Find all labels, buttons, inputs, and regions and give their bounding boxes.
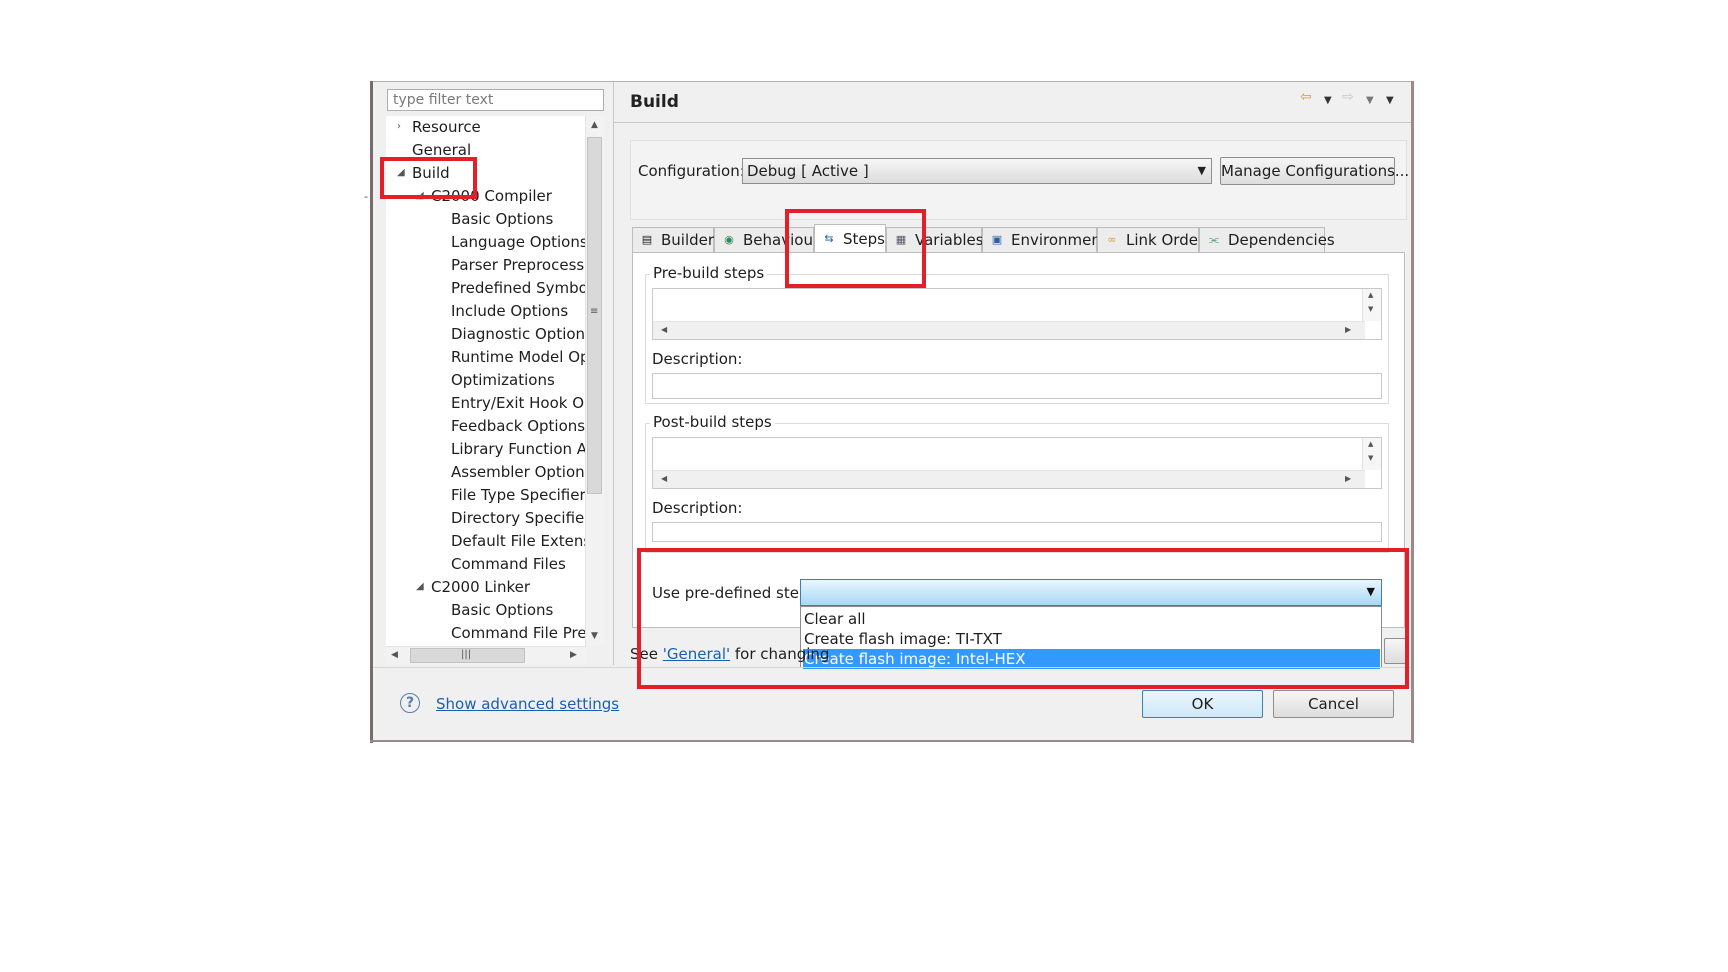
- behaviour-icon: ◉: [724, 233, 734, 246]
- pre-build-description-label: Description:: [652, 350, 743, 368]
- manage-configurations-button[interactable]: Manage Configurations...: [1220, 157, 1409, 185]
- tree-item-diagnostic-options[interactable]: Diagnostic Options: [451, 323, 586, 345]
- pane-divider: [613, 81, 614, 665]
- show-advanced-settings-link[interactable]: Show advanced settings: [436, 695, 619, 713]
- tree-item-parser-preprocessing[interactable]: Parser Preprocessing: [451, 254, 586, 276]
- scroll-right-icon[interactable]: ▶: [1345, 474, 1351, 483]
- tree-item-runtime-model[interactable]: Runtime Model Opti: [451, 346, 586, 368]
- tree-item-directory-specifier[interactable]: Directory Specifier: [451, 507, 586, 529]
- tree-item-command-files[interactable]: Command Files: [451, 553, 566, 575]
- configuration-label: Configuration:: [638, 162, 745, 180]
- view-menu-icon[interactable]: ▼: [1386, 95, 1394, 106]
- tab-builder-label: Builder: [661, 231, 715, 249]
- tab-link-order-label: Link Order: [1126, 231, 1205, 249]
- tree-item-predefined-symbols[interactable]: Predefined Symbols: [451, 277, 586, 299]
- post-build-hscroll[interactable]: ◀ ▶: [653, 470, 1365, 488]
- tab-dependencies[interactable]: ⫘ Dependencies: [1199, 227, 1335, 253]
- tree-item-feedback-options[interactable]: Feedback Options: [451, 415, 585, 437]
- pre-build-description-input[interactable]: [652, 373, 1382, 399]
- highlight-build-box: [380, 157, 477, 199]
- tab-link-order[interactable]: ∞ Link Order: [1097, 227, 1204, 253]
- help-icon[interactable]: ?: [400, 693, 420, 713]
- tree-scroll-thumb[interactable]: ≡: [587, 137, 602, 494]
- cancel-button[interactable]: Cancel: [1273, 690, 1394, 718]
- grip-icon: ≡: [590, 306, 599, 317]
- title-separator: [614, 122, 1411, 123]
- tree-item-resource[interactable]: Resource: [412, 116, 481, 138]
- post-build-description-input[interactable]: [652, 522, 1382, 542]
- pre-build-title: Pre-build steps: [650, 264, 768, 282]
- grip-icon: |||: [461, 649, 472, 660]
- tree-item-c2000-linker[interactable]: C2000 Linker: [431, 576, 530, 598]
- scroll-left-icon[interactable]: ◀: [661, 474, 667, 483]
- dialog-right-edge: [1411, 81, 1414, 743]
- scroll-left-icon[interactable]: ◀: [391, 650, 398, 660]
- post-build-title: Post-build steps: [650, 413, 775, 431]
- builder-icon: ▤: [641, 233, 653, 246]
- tree-item-basic-options[interactable]: Basic Options: [451, 208, 553, 230]
- highlight-predefined-step-box: [637, 548, 1409, 689]
- post-build-command-area[interactable]: ▲ ▼ ◀ ▶: [652, 437, 1382, 489]
- page-title: Build: [630, 92, 679, 112]
- tab-builder[interactable]: ▤ Builder: [632, 227, 714, 253]
- ok-button[interactable]: OK: [1142, 690, 1263, 718]
- link-order-icon: ∞: [1107, 233, 1117, 246]
- environment-icon: ▣: [991, 233, 1003, 246]
- post-build-vscroll[interactable]: ▲ ▼: [1362, 438, 1381, 470]
- scroll-up-icon[interactable]: ▲: [591, 120, 598, 130]
- scroll-left-icon[interactable]: ◀: [661, 325, 667, 334]
- back-menu-icon[interactable]: ▼: [1324, 95, 1332, 106]
- scroll-down-icon[interactable]: ▼: [591, 631, 598, 641]
- post-build-description-label: Description:: [652, 499, 743, 517]
- configuration-combo[interactable]: Debug [ Active ] ▼: [742, 158, 1212, 184]
- chevron-right-icon[interactable]: ›: [397, 116, 401, 138]
- pre-build-command-area[interactable]: ▲ ▼ ◀ ▶: [652, 288, 1382, 340]
- chevron-down-icon: ▼: [1197, 164, 1206, 177]
- scroll-right-icon[interactable]: ▶: [570, 650, 577, 660]
- triangle-down-icon[interactable]: ◢: [416, 576, 424, 598]
- tree-item-entry-exit-hook[interactable]: Entry/Exit Hook Opt: [451, 392, 586, 414]
- forward-arrow-icon[interactable]: ⇨: [1342, 89, 1354, 105]
- pre-build-hscroll[interactable]: ◀ ▶: [653, 321, 1365, 339]
- tab-dependencies-label: Dependencies: [1228, 231, 1335, 249]
- dialog-bottom-edge: [370, 740, 1414, 742]
- configuration-value: Debug [ Active ]: [747, 162, 869, 180]
- edge-mark: -: [364, 190, 368, 203]
- back-arrow-icon[interactable]: ⇦: [1300, 89, 1312, 105]
- tree-item-language-options[interactable]: Language Options: [451, 231, 586, 253]
- highlight-steps-tab-box: [785, 209, 926, 288]
- tab-bar: ▤ Builder ◉ Behaviour ⇆ Steps ▦ Variable…: [632, 224, 1335, 254]
- tab-environment[interactable]: ▣ Environment: [982, 227, 1107, 253]
- tree-item-assembler-options[interactable]: Assembler Options: [451, 461, 586, 483]
- tree-item-library-function[interactable]: Library Function Ass: [451, 438, 586, 460]
- tab-environment-label: Environment: [1011, 231, 1107, 249]
- tree-item-default-file-extension[interactable]: Default File Extensic: [451, 530, 586, 552]
- filter-input[interactable]: [387, 89, 604, 111]
- tree-item-file-type-specifier[interactable]: File Type Specifier: [451, 484, 586, 506]
- scroll-down-icon[interactable]: ▼: [1368, 305, 1373, 313]
- scroll-down-icon[interactable]: ▼: [1368, 454, 1373, 462]
- dependencies-icon: ⫘: [1209, 233, 1219, 246]
- dialog-left-edge: [370, 81, 373, 743]
- scroll-up-icon[interactable]: ▲: [1368, 291, 1373, 299]
- tree-item-optimizations[interactable]: Optimizations: [451, 369, 555, 391]
- tree-item-linker-basic-options[interactable]: Basic Options: [451, 599, 553, 621]
- pre-build-vscroll[interactable]: ▲ ▼: [1362, 289, 1381, 321]
- tree-item-command-file-preprocessing[interactable]: Command File Prepr: [451, 622, 586, 644]
- forward-menu-icon[interactable]: ▼: [1366, 95, 1374, 106]
- tree-item-include-options[interactable]: Include Options: [451, 300, 568, 322]
- scroll-up-icon[interactable]: ▲: [1368, 440, 1373, 448]
- scroll-right-icon[interactable]: ▶: [1345, 325, 1351, 334]
- tree-horizontal-thumb[interactable]: |||: [410, 648, 525, 663]
